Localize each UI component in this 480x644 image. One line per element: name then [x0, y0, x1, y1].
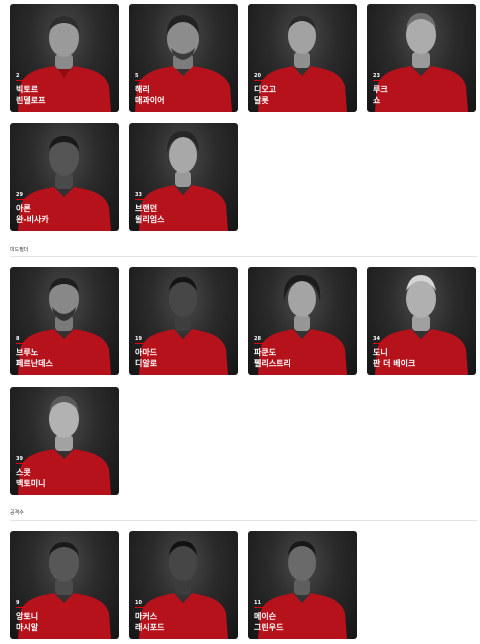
player-name: 스콧 맥토미니: [16, 467, 115, 489]
player-card[interactable]: 34 도니 판 더 베이크: [367, 267, 476, 375]
player-last-name: 매과이어: [135, 96, 165, 105]
player-number: 20: [254, 73, 261, 79]
player-card[interactable]: 11 메이슨 그린우드: [248, 531, 357, 639]
section-heading-midfielders: 미드필더: [10, 247, 29, 253]
player-number: 5: [135, 73, 139, 79]
accent-bar: [16, 80, 26, 81]
player-last-name: 래시포드: [135, 623, 165, 632]
player-card[interactable]: 10 마커스 래시포드: [129, 531, 238, 639]
section-divider: [10, 520, 477, 521]
player-first-name: 메이슨: [254, 612, 277, 621]
player-name: 메이슨 그린우드: [254, 611, 353, 633]
player-last-name: 페르난데스: [16, 359, 53, 368]
accent-bar: [135, 80, 145, 81]
player-number: 11: [254, 600, 261, 606]
accent-bar: [16, 463, 26, 464]
player-card[interactable]: 19 아마드 디알로: [129, 267, 238, 375]
player-number: 8: [16, 336, 20, 342]
player-number: 23: [373, 73, 380, 79]
accent-bar: [135, 199, 145, 200]
player-name: 디오고 달롯: [254, 84, 353, 106]
player-number: 33: [135, 192, 142, 198]
player-number: 39: [16, 456, 23, 462]
player-name: 아론 완-비사카: [16, 203, 115, 225]
player-first-name: 브루노: [16, 348, 39, 357]
player-first-name: 브랜던: [135, 204, 158, 213]
player-first-name: 아마드: [135, 348, 158, 357]
player-card[interactable]: 20 디오고 달롯: [248, 4, 357, 112]
player-name: 앙토니 마시알: [16, 611, 115, 633]
player-first-name: 앙토니: [16, 612, 39, 621]
accent-bar: [373, 343, 383, 344]
player-last-name: 쇼: [373, 96, 381, 105]
player-number: 19: [135, 336, 142, 342]
player-number: 2: [16, 73, 20, 79]
player-first-name: 해리: [135, 85, 150, 94]
player-card[interactable]: 8 브루노 페르난데스: [10, 267, 119, 375]
player-number: 34: [373, 336, 380, 342]
player-first-name: 디오고: [254, 85, 277, 94]
player-last-name: 린델로프: [16, 96, 46, 105]
player-card[interactable]: 29 아론 완-비사카: [10, 123, 119, 231]
player-first-name: 도니: [373, 348, 388, 357]
player-card[interactable]: 39 스콧 맥토미니: [10, 387, 119, 495]
player-card[interactable]: 2 빅토르 린델로프: [10, 4, 119, 112]
player-card[interactable]: 5 해리 매과이어: [129, 4, 238, 112]
player-last-name: 펠리스트리: [254, 359, 291, 368]
player-last-name: 마시알: [16, 623, 39, 632]
accent-bar: [135, 607, 145, 608]
accent-bar: [16, 607, 26, 608]
player-name: 루크 쇼: [373, 84, 472, 106]
player-last-name: 판 더 베이크: [373, 359, 416, 368]
player-last-name: 완-비사카: [16, 215, 49, 224]
player-last-name: 디알로: [135, 359, 158, 368]
accent-bar: [254, 80, 264, 81]
player-first-name: 루크: [373, 85, 388, 94]
player-name: 도니 판 더 베이크: [373, 347, 472, 369]
player-last-name: 맥토미니: [16, 479, 46, 488]
player-first-name: 마커스: [135, 612, 158, 621]
player-name: 파쿤도 펠리스트리: [254, 347, 353, 369]
player-card[interactable]: 23 루크 쇼: [367, 4, 476, 112]
accent-bar: [254, 343, 264, 344]
player-name: 아마드 디알로: [135, 347, 234, 369]
player-number: 28: [254, 336, 261, 342]
player-last-name: 그린우드: [254, 623, 284, 632]
accent-bar: [16, 199, 26, 200]
player-first-name: 아론: [16, 204, 31, 213]
player-card[interactable]: 33 브랜던 윌리엄스: [129, 123, 238, 231]
player-last-name: 달롯: [254, 96, 269, 105]
accent-bar: [254, 607, 264, 608]
player-name: 브루노 페르난데스: [16, 347, 115, 369]
player-first-name: 파쿤도: [254, 348, 277, 357]
player-name: 마커스 래시포드: [135, 611, 234, 633]
player-card[interactable]: 28 파쿤도 펠리스트리: [248, 267, 357, 375]
accent-bar: [135, 343, 145, 344]
player-first-name: 스콧: [16, 468, 31, 477]
player-name: 해리 매과이어: [135, 84, 234, 106]
player-number: 29: [16, 192, 23, 198]
player-last-name: 윌리엄스: [135, 215, 165, 224]
accent-bar: [373, 80, 383, 81]
player-card[interactable]: 9 앙토니 마시알: [10, 531, 119, 639]
player-name: 빅토르 린델로프: [16, 84, 115, 106]
player-number: 9: [16, 600, 20, 606]
section-divider: [10, 256, 477, 257]
player-name: 브랜던 윌리엄스: [135, 203, 234, 225]
player-number: 10: [135, 600, 142, 606]
accent-bar: [16, 343, 26, 344]
section-heading-forwards: 공격수: [10, 510, 24, 516]
player-first-name: 빅토르: [16, 85, 39, 94]
